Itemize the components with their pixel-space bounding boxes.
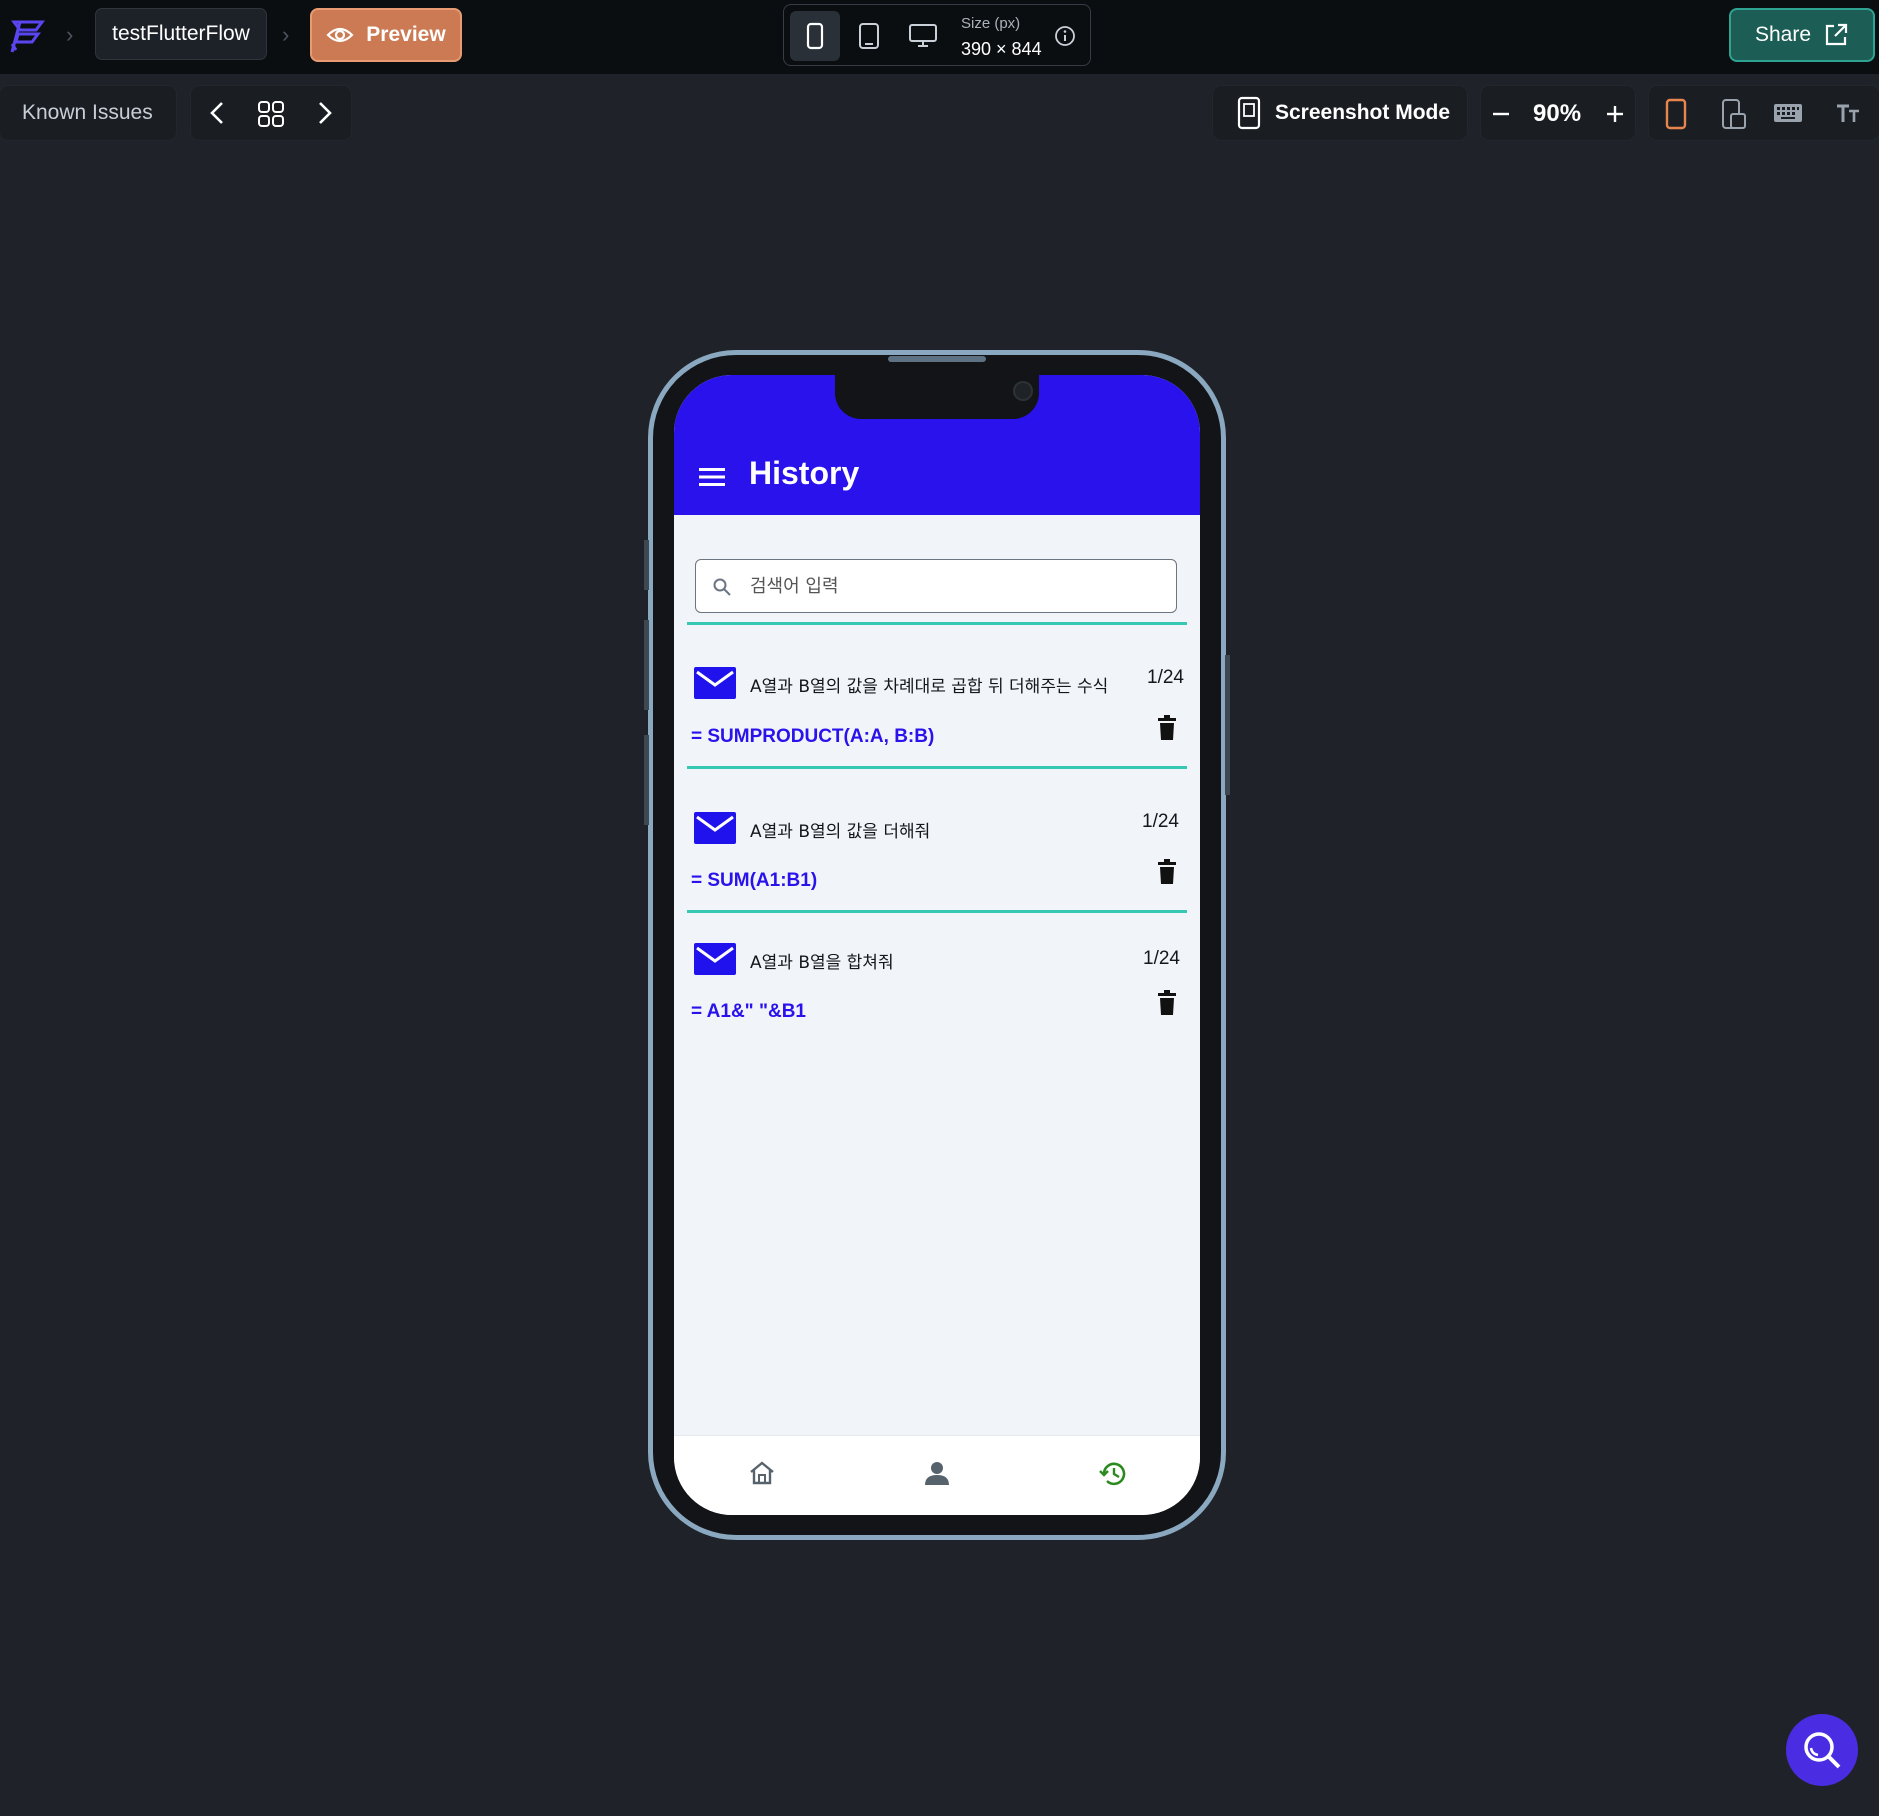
- phone-notch: [835, 375, 1039, 419]
- screenshot-mode-label: Screenshot Mode: [1275, 101, 1451, 124]
- search-icon: [713, 578, 731, 596]
- zoom-in-icon[interactable]: [1605, 104, 1625, 124]
- item-formula: = A1&" "&B1: [691, 1001, 806, 1022]
- desktop-icon: [909, 24, 937, 47]
- trash-icon[interactable]: [1157, 990, 1177, 1016]
- item-formula: = SUMPRODUCT(A:A, B:B): [691, 726, 935, 747]
- mail-icon: [694, 667, 736, 699]
- top-bar: › testFlutterFlow › Preview Size (px) 39…: [0, 0, 1879, 74]
- search-input[interactable]: [748, 560, 1152, 613]
- phone-side-button: [1225, 655, 1230, 795]
- chevron-right-icon[interactable]: [313, 100, 335, 126]
- search-icon: [1804, 1732, 1841, 1769]
- page-title: History: [749, 455, 860, 491]
- item-title: A열과 B열을 합쳐줘: [750, 953, 894, 973]
- chevron-left-icon[interactable]: [207, 100, 229, 126]
- help-search-button[interactable]: [1786, 1714, 1858, 1786]
- item-formula: = SUM(A1:B1): [691, 870, 818, 891]
- tablet-icon: [859, 23, 879, 49]
- grid-icon[interactable]: [257, 100, 285, 128]
- portrait-icon[interactable]: [1665, 98, 1687, 130]
- landscape-rotate-icon[interactable]: [1721, 98, 1747, 130]
- history-item[interactable]: A열과 B열의 값을 차례대로 곱합 뒤 더해주는 수식 1/24 = SUMP…: [674, 625, 1200, 765]
- phone-side-button: [644, 735, 649, 825]
- phone-screen: History A열과 B열의 값을 차례대로 곱합 뒤 더해주는 수식 1/2…: [674, 375, 1200, 1515]
- phone-speaker: [888, 356, 986, 362]
- breadcrumb-separator-icon: ›: [66, 22, 74, 47]
- phone-device-button[interactable]: [790, 11, 840, 61]
- camera-icon: [1013, 381, 1033, 401]
- mail-icon: [694, 943, 736, 975]
- history-item[interactable]: A열과 B열을 합쳐줘 1/24 = A1&" "&B1: [674, 913, 1200, 1053]
- zoom-level: 90%: [1533, 100, 1582, 127]
- preview-button[interactable]: Preview: [310, 8, 462, 62]
- share-button[interactable]: Share: [1729, 8, 1875, 62]
- view-options: [1649, 86, 1879, 140]
- phone-side-button: [644, 620, 649, 710]
- mail-icon: [694, 812, 736, 844]
- zoom-control: 90%: [1481, 86, 1635, 140]
- item-count: 1/24: [1147, 667, 1184, 688]
- known-issues-label: Known Issues: [22, 101, 153, 124]
- keyboard-icon[interactable]: [1773, 101, 1803, 125]
- external-link-icon: [1825, 23, 1848, 46]
- item-title: A열과 B열의 값을 차례대로 곱합 뒤 더해주는 수식: [750, 677, 1109, 697]
- profile-icon[interactable]: [924, 1460, 950, 1486]
- history-item[interactable]: A열과 B열의 값을 더해줘 1/24 = SUM(A1:B1): [674, 769, 1200, 909]
- bottom-navigation: [674, 1435, 1200, 1515]
- phone-icon: [806, 22, 824, 50]
- size-value: 390 × 844: [961, 39, 1042, 59]
- info-icon[interactable]: [1054, 25, 1076, 47]
- screenshot-mode-button[interactable]: Screenshot Mode: [1213, 86, 1467, 140]
- breadcrumb-separator-icon: ›: [282, 22, 290, 47]
- item-count: 1/24: [1143, 948, 1180, 969]
- tablet-device-button[interactable]: [844, 11, 894, 61]
- screenshot-phone-icon: [1237, 96, 1261, 130]
- flutterflow-logo-icon[interactable]: [6, 16, 46, 56]
- search-field[interactable]: [695, 559, 1177, 613]
- preview-label: Preview: [366, 23, 446, 46]
- item-count: 1/24: [1142, 811, 1179, 832]
- history-icon[interactable]: [1098, 1460, 1128, 1488]
- desktop-device-button[interactable]: [898, 11, 948, 61]
- menu-icon[interactable]: [698, 466, 726, 488]
- zoom-out-icon[interactable]: [1491, 104, 1511, 124]
- trash-icon[interactable]: [1157, 715, 1177, 741]
- home-icon[interactable]: [748, 1460, 776, 1486]
- project-name: testFlutterFlow: [112, 22, 250, 45]
- known-issues-button[interactable]: Known Issues: [0, 86, 176, 140]
- project-name-button[interactable]: testFlutterFlow: [95, 8, 267, 60]
- size-label: Size (px): [961, 15, 1021, 32]
- trash-icon[interactable]: [1157, 859, 1177, 885]
- eye-icon: [326, 27, 354, 43]
- device-selector: Size (px) 390 × 844: [783, 4, 1091, 66]
- page-navigator: [191, 86, 351, 140]
- share-label: Share: [1754, 23, 1812, 46]
- text-size-icon[interactable]: [1835, 102, 1861, 124]
- item-title: A열과 B열의 값을 더해줘: [750, 822, 931, 842]
- phone-side-button: [644, 540, 649, 590]
